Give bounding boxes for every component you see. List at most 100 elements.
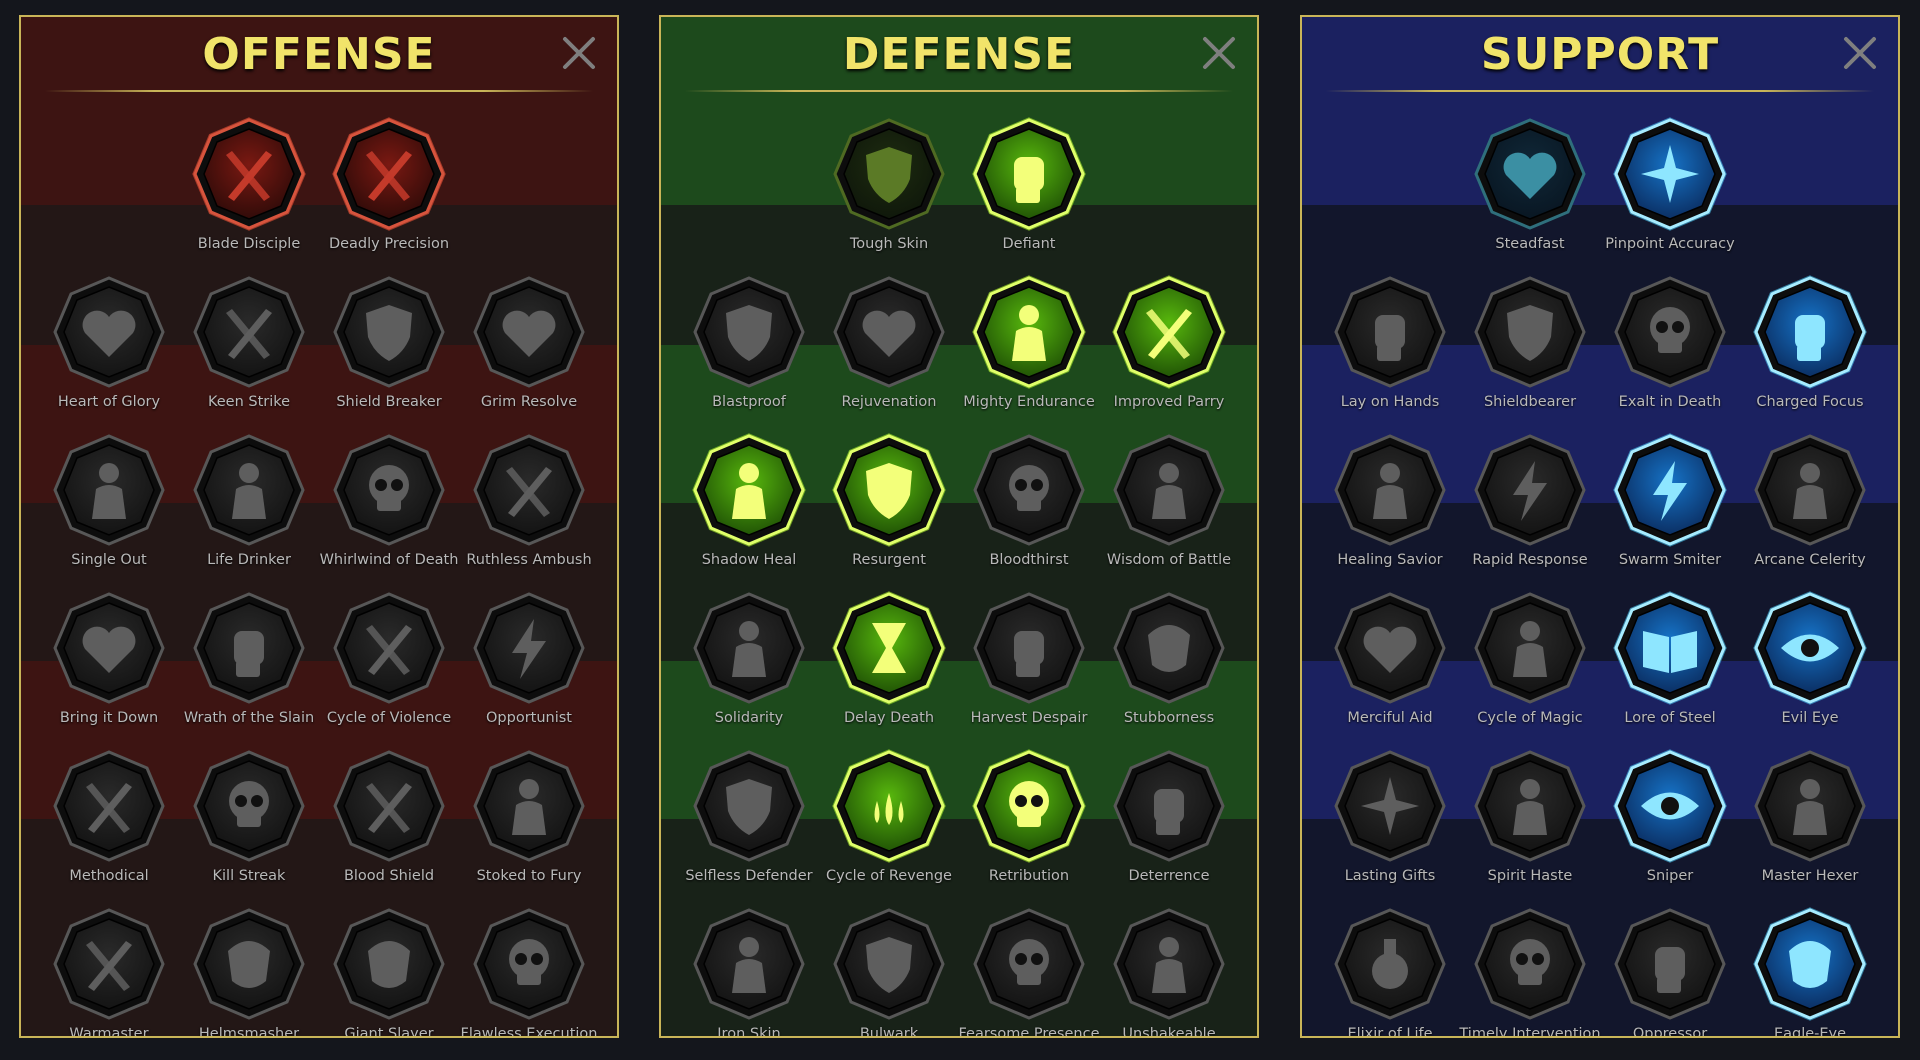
mastery-label: Charged Focus: [1756, 394, 1864, 410]
heart-sword-icon: [52, 591, 166, 705]
mastery-slot[interactable]: Deadly Precision: [329, 107, 449, 265]
mastery-slot[interactable]: Cycle of Violence: [327, 581, 451, 739]
mastery-label: Tough Skin: [849, 236, 929, 252]
mastery-grid: Steadfast Pinpoint Accuracy Lay on Hands Sh…: [1302, 107, 1898, 1036]
mastery-slot[interactable]: Single Out: [49, 423, 169, 581]
header-divider: [685, 90, 1233, 92]
mastery-slot[interactable]: Giant Slayer: [329, 897, 449, 1036]
mastery-slot[interactable]: Timely Intervention: [1459, 897, 1601, 1036]
winged-boot-icon: [1473, 749, 1587, 863]
mastery-slot[interactable]: Bloodthirst: [969, 423, 1089, 581]
skull-whirl-icon: [332, 433, 446, 547]
raised-fist-icon: [972, 117, 1086, 231]
shield-rings-icon: [1473, 275, 1587, 389]
bulwark-shield-icon: [832, 907, 946, 1021]
shield-layers-icon: [692, 275, 806, 389]
mastery-slot[interactable]: Wisdom of Battle: [1107, 423, 1231, 581]
mastery-slot[interactable]: Healing Savior: [1330, 423, 1450, 581]
mastery-slot[interactable]: Warmaster: [49, 897, 169, 1036]
triple-blades-icon: [52, 749, 166, 863]
mastery-label: Eagle-Eye: [1773, 1026, 1847, 1038]
close-icon[interactable]: [1201, 35, 1237, 71]
mastery-slot[interactable]: Heart of Glory: [49, 265, 169, 423]
mastery-slot[interactable]: Fearsome Presence: [958, 897, 1100, 1036]
mastery-slot[interactable]: Mighty Endurance: [963, 265, 1095, 423]
mastery-slot[interactable]: Improved Parry: [1109, 265, 1229, 423]
mastery-slot[interactable]: Stoked to Fury: [469, 739, 589, 897]
mastery-label: Lay on Hands: [1340, 394, 1440, 410]
mastery-slot[interactable]: Merciful Aid: [1330, 581, 1450, 739]
armor-plates-icon: [832, 117, 946, 231]
mastery-slot[interactable]: Delay Death: [829, 581, 949, 739]
mastery-slot[interactable]: Opportunist: [469, 581, 589, 739]
sword-shield-icon: [332, 749, 446, 863]
mastery-slot[interactable]: Unshakeable: [1109, 897, 1229, 1036]
mastery-slot[interactable]: Swarm Smiter: [1610, 423, 1730, 581]
mastery-slot[interactable]: Blade Disciple: [189, 107, 309, 265]
close-icon[interactable]: [561, 35, 597, 71]
mastery-slot[interactable]: Grim Resolve: [469, 265, 589, 423]
mastery-slot[interactable]: Arcane Celerity: [1750, 423, 1870, 581]
mastery-slot[interactable]: Wrath of the Slain: [184, 581, 314, 739]
mastery-slot[interactable]: Iron Skin: [689, 897, 809, 1036]
mastery-slot[interactable]: Spirit Haste: [1470, 739, 1590, 897]
mastery-slot[interactable]: Shield Breaker: [329, 265, 449, 423]
mastery-slot[interactable]: Rejuvenation: [829, 265, 949, 423]
close-icon[interactable]: [1842, 35, 1878, 71]
mastery-slot[interactable]: Helmsmasher: [189, 897, 309, 1036]
mastery-slot[interactable]: Blastproof: [689, 265, 809, 423]
mastery-slot[interactable]: Deterrence: [1109, 739, 1229, 897]
mastery-slot[interactable]: Pinpoint Accuracy: [1605, 107, 1735, 265]
mastery-label: Blastproof: [712, 394, 786, 410]
mastery-slot[interactable]: Shadow Heal: [689, 423, 809, 581]
mastery-slot[interactable]: Master Hexer: [1750, 739, 1870, 897]
mastery-slot[interactable]: Whirlwind of Death: [320, 423, 458, 581]
mastery-label: Blood Shield: [343, 868, 435, 884]
mastery-slot[interactable]: Bring it Down: [49, 581, 169, 739]
mastery-slot[interactable]: Oppressor: [1610, 897, 1730, 1036]
mastery-label: Keen Strike: [207, 394, 291, 410]
mastery-slot[interactable]: Life Drinker: [189, 423, 309, 581]
mastery-slot[interactable]: Keen Strike: [189, 265, 309, 423]
raging-figure-icon: [472, 749, 586, 863]
strong-figure-icon: [972, 275, 1086, 389]
mastery-label: Evil Eye: [1781, 710, 1839, 726]
mastery-label: Shieldbearer: [1483, 394, 1577, 410]
mastery-slot[interactable]: Charged Focus: [1750, 265, 1870, 423]
mastery-label: Oppressor: [1632, 1026, 1708, 1038]
mastery-slot[interactable]: Cycle of Magic: [1470, 581, 1590, 739]
mastery-row: Iron Skin Bulwark Fearsome Presence Unshake…: [661, 897, 1257, 1036]
mastery-slot[interactable]: Selfless Defender: [685, 739, 813, 897]
mastery-slot[interactable]: Methodical: [49, 739, 169, 897]
mastery-slot[interactable]: Elixir of Life: [1330, 897, 1450, 1036]
mastery-slot[interactable]: Lore of Steel: [1610, 581, 1730, 739]
mastery-slot[interactable]: Rapid Response: [1470, 423, 1590, 581]
panel-header: DEFENSE: [661, 17, 1257, 97]
mastery-slot[interactable]: Solidarity: [689, 581, 809, 739]
healer-figure-icon: [1333, 433, 1447, 547]
mastery-slot[interactable]: Flawless Execution: [461, 897, 597, 1036]
mastery-slot[interactable]: Ruthless Ambush: [466, 423, 592, 581]
mastery-slot[interactable]: Retribution: [969, 739, 1089, 897]
mastery-slot[interactable]: Lasting Gifts: [1330, 739, 1450, 897]
mastery-label: Life Drinker: [207, 552, 291, 568]
mastery-slot[interactable]: Kill Streak: [189, 739, 309, 897]
mastery-slot[interactable]: Bulwark: [829, 897, 949, 1036]
mastery-slot[interactable]: Tough Skin: [829, 107, 949, 265]
mastery-slot[interactable]: Eagle-Eye: [1750, 897, 1870, 1036]
mastery-slot[interactable]: Cycle of Revenge: [826, 739, 952, 897]
mastery-slot[interactable]: Lay on Hands: [1330, 265, 1450, 423]
mastery-slot[interactable]: Steadfast: [1470, 107, 1590, 265]
mastery-row: Tough Skin Defiant: [661, 107, 1257, 265]
mastery-slot[interactable]: Exalt in Death: [1610, 265, 1730, 423]
mastery-slot[interactable]: Blood Shield: [329, 739, 449, 897]
mastery-slot[interactable]: Evil Eye: [1750, 581, 1870, 739]
mastery-slot[interactable]: Harvest Despair: [969, 581, 1089, 739]
mastery-slot[interactable]: Resurgent: [829, 423, 949, 581]
spread-hand-icon: [972, 591, 1086, 705]
mastery-slot[interactable]: Shieldbearer: [1470, 265, 1590, 423]
mastery-slot[interactable]: Stubborness: [1109, 581, 1229, 739]
mastery-slot[interactable]: Defiant: [969, 107, 1089, 265]
mastery-slot[interactable]: Sniper: [1610, 739, 1730, 897]
shadow-figure-icon: [692, 433, 806, 547]
